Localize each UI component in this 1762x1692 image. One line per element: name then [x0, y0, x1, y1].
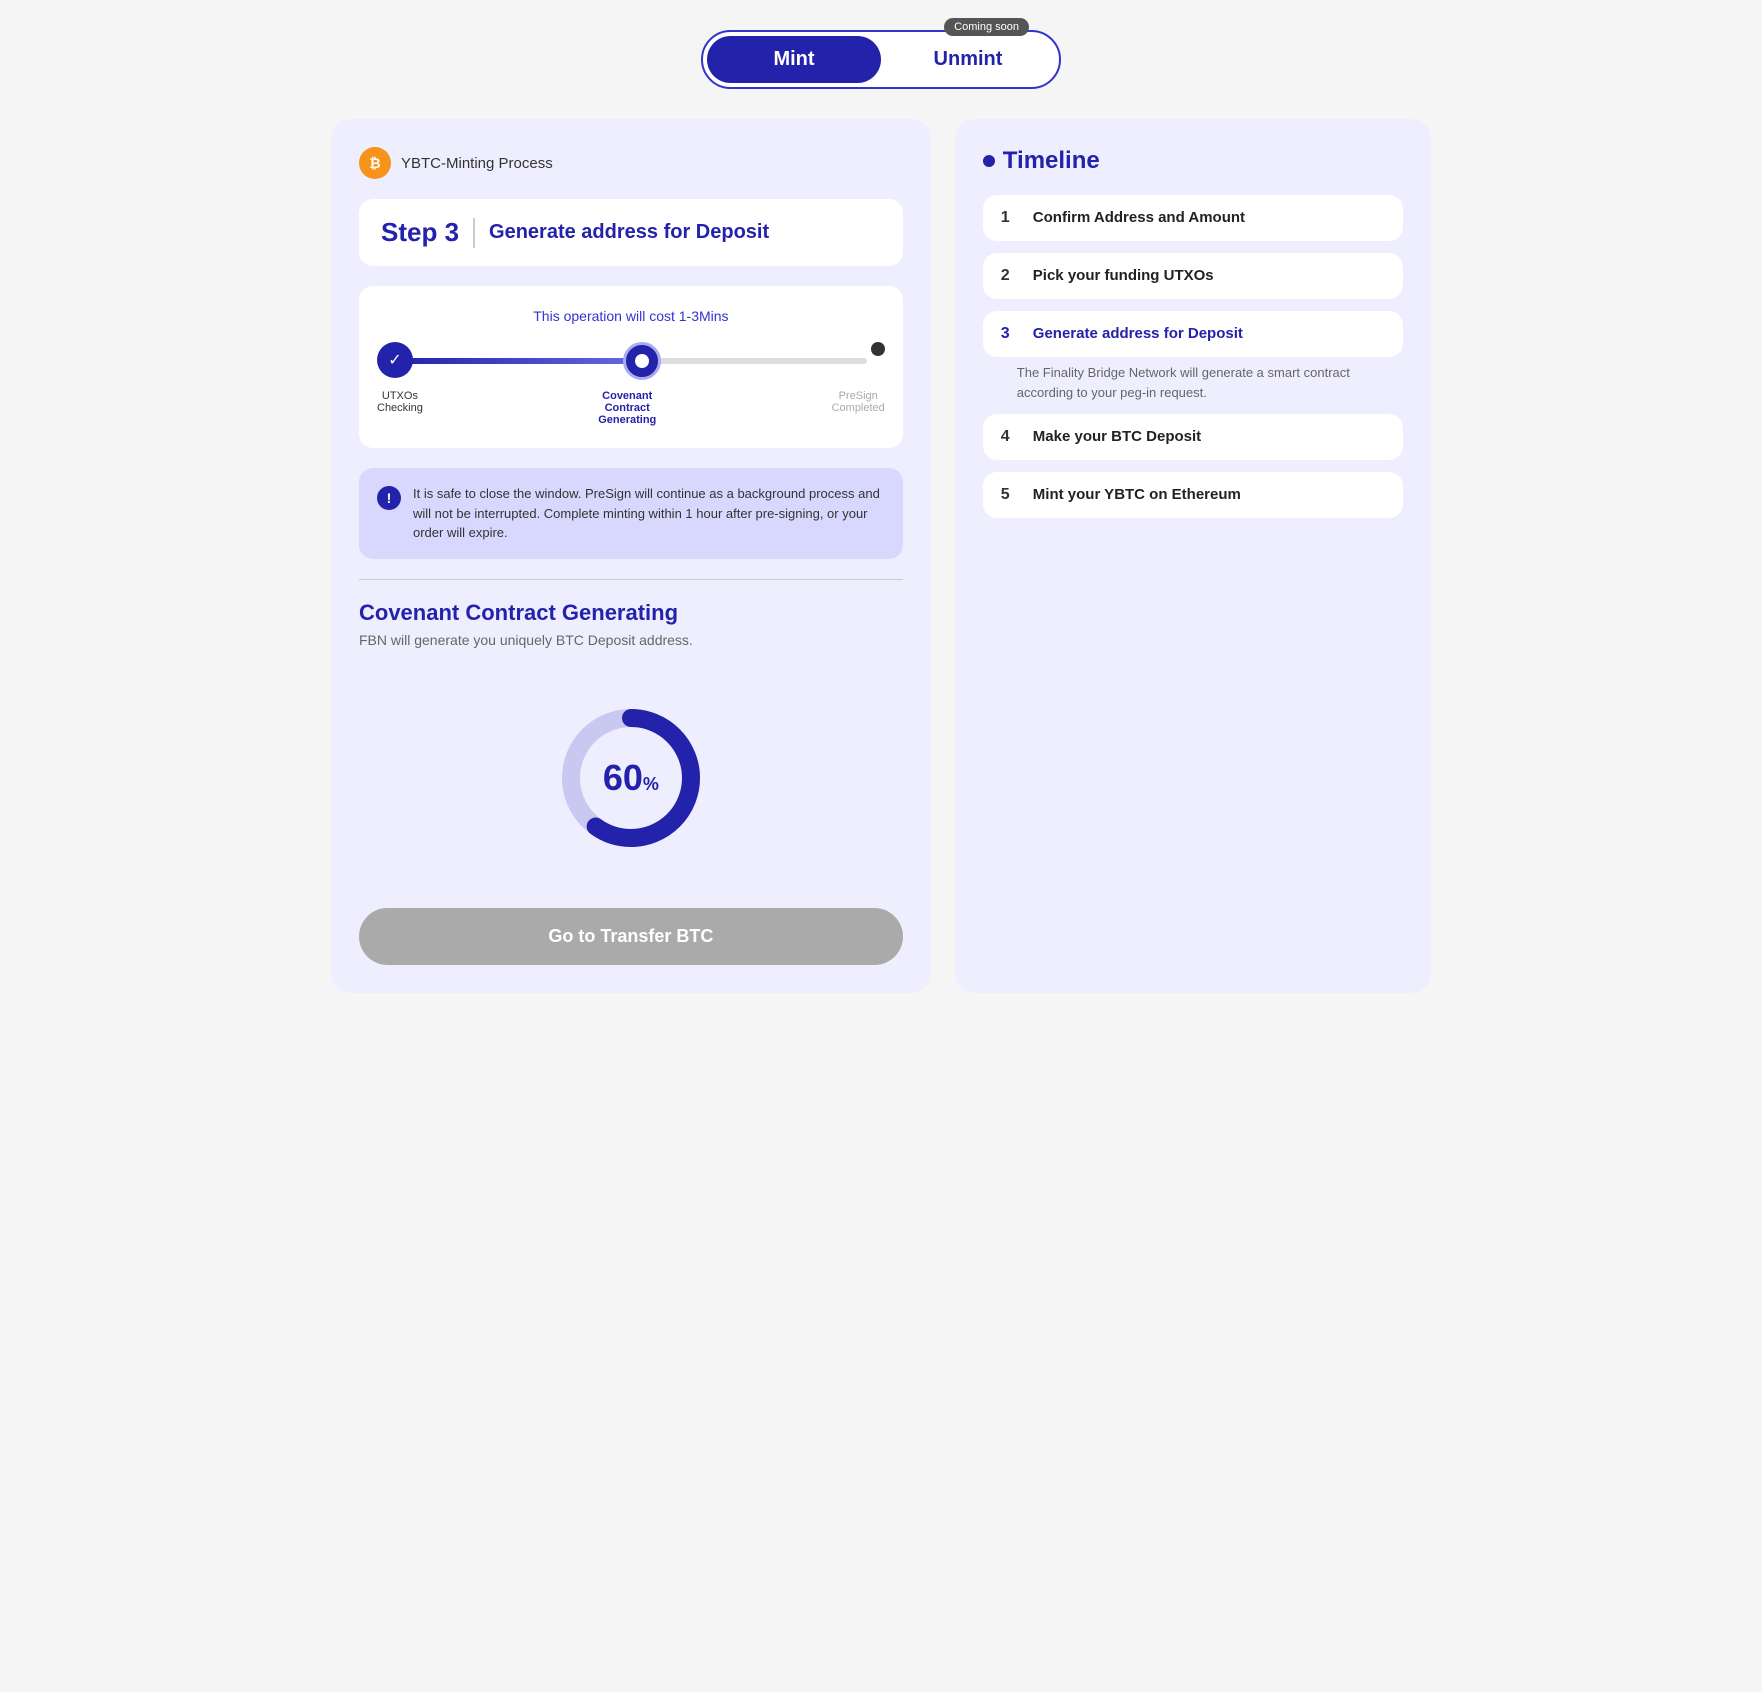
timeline-item-3: 3 Generate address for Deposit — [983, 311, 1403, 357]
process-header: ₿ YBTC-Minting Process — [359, 147, 903, 179]
timeline-num-4: 4 — [1001, 428, 1017, 446]
tab-switcher: Coming soon Mint Unmint — [701, 30, 1061, 89]
coming-soon-badge: Coming soon — [944, 18, 1029, 36]
donut-wrapper: 60% — [359, 698, 903, 858]
step-header: Step 3 Generate address for Deposit — [359, 199, 903, 266]
transfer-btn[interactable]: Go to Transfer BTC — [359, 908, 903, 965]
covenant-section: Covenant Contract Generating FBN will ge… — [359, 600, 903, 648]
timeline-label-5: Mint your YBTC on Ethereum — [1033, 486, 1241, 503]
timeline-desc-3: The Finality Bridge Network will generat… — [983, 363, 1403, 406]
mint-tab[interactable]: Mint — [707, 36, 881, 83]
operation-cost: This operation will cost 1-3Mins — [377, 308, 885, 324]
node-covenant — [623, 342, 661, 380]
timeline-label-4: Make your BTC Deposit — [1033, 428, 1201, 445]
progress-section: This operation will cost 1-3Mins ✓ — [359, 286, 903, 448]
timeline-dot-icon — [983, 155, 995, 167]
node-circle-pending — [871, 342, 885, 356]
progress-track: ✓ — [377, 342, 885, 380]
process-title: YBTC-Minting Process — [401, 155, 553, 172]
timeline-item-2: 2 Pick your funding UTXOs — [983, 253, 1403, 299]
unmint-tab[interactable]: Unmint — [881, 36, 1055, 83]
btc-icon: ₿ — [359, 147, 391, 179]
label-presign: PreSignCompleted — [832, 390, 885, 426]
timeline-title: Timeline — [983, 147, 1403, 175]
exclamation-icon: ! — [377, 486, 401, 510]
donut-container: 60% — [551, 698, 711, 858]
node-circle-active — [623, 342, 661, 380]
step-number: Step 3 — [381, 217, 459, 248]
timeline-item-5: 5 Mint your YBTC on Ethereum — [983, 472, 1403, 518]
timeline-label-3: Generate address for Deposit — [1033, 325, 1243, 342]
left-panel: ₿ YBTC-Minting Process Step 3 Generate a… — [331, 119, 931, 993]
timeline-item-1: 1 Confirm Address and Amount — [983, 195, 1403, 241]
timeline-num-1: 1 — [1001, 209, 1017, 227]
step-divider — [473, 218, 475, 248]
covenant-desc: FBN will generate you uniquely BTC Depos… — [359, 632, 903, 648]
timeline-num-3: 3 — [1001, 325, 1017, 343]
info-alert-text: It is safe to close the window. PreSign … — [413, 484, 885, 543]
timeline-num-2: 2 — [1001, 267, 1017, 285]
info-alert: ! It is safe to close the window. PreSig… — [359, 468, 903, 559]
donut-progress-text: 60% — [603, 757, 659, 799]
step-title-text: Generate address for Deposit — [489, 221, 769, 244]
timeline-item-4: 4 Make your BTC Deposit — [983, 414, 1403, 460]
node-presign — [871, 342, 885, 380]
label-utxos: UTXOsChecking — [377, 390, 423, 426]
track-labels: UTXOsChecking CovenantContractGenerating… — [377, 390, 885, 426]
timeline-label-1: Confirm Address and Amount — [1033, 209, 1245, 226]
section-divider — [359, 579, 903, 580]
covenant-title: Covenant Contract Generating — [359, 600, 903, 626]
main-layout: ₿ YBTC-Minting Process Step 3 Generate a… — [331, 119, 1431, 993]
right-panel: Timeline 1 Confirm Address and Amount 2 … — [955, 119, 1431, 993]
timeline-num-5: 5 — [1001, 486, 1017, 504]
track-nodes: ✓ — [377, 342, 885, 380]
timeline-label-2: Pick your funding UTXOs — [1033, 267, 1214, 284]
node-circle-completed: ✓ — [377, 342, 413, 378]
node-utxos: ✓ — [377, 342, 413, 380]
label-covenant: CovenantContractGenerating — [598, 390, 656, 426]
